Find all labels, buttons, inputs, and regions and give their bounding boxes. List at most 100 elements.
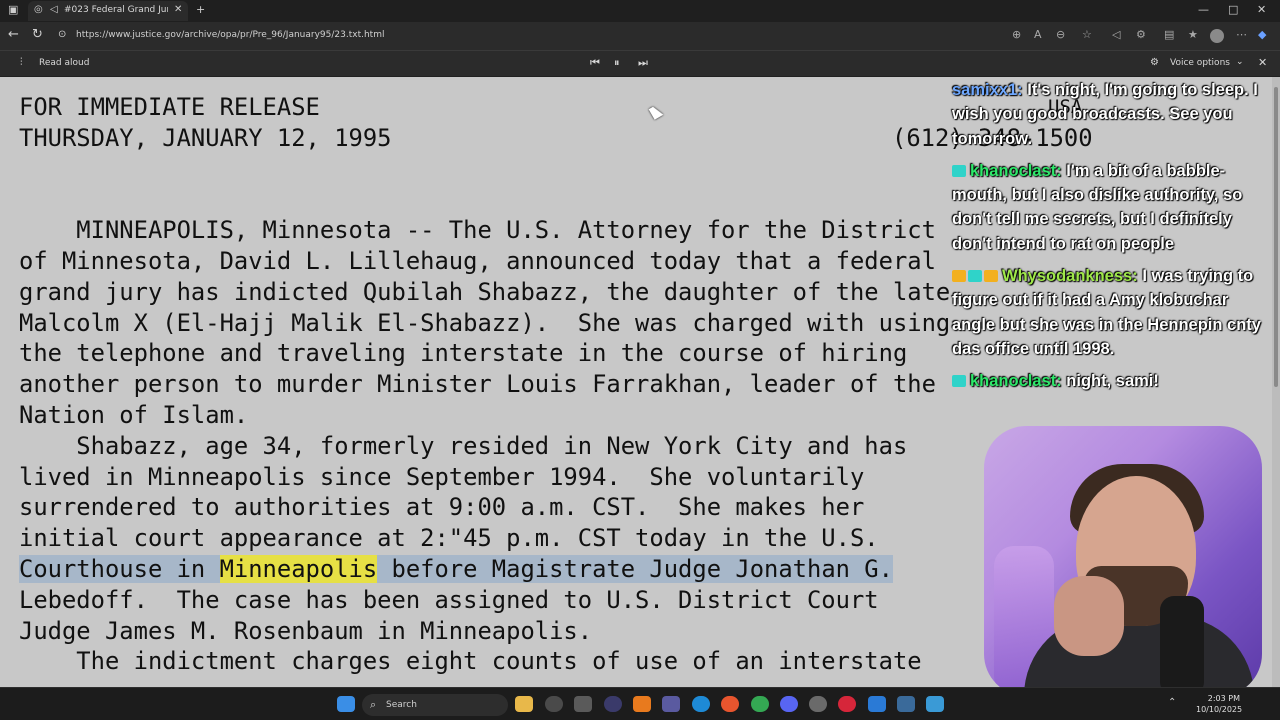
close-window-icon[interactable]: ✕ [1257, 3, 1266, 16]
app-icon[interactable] [545, 696, 563, 712]
doc-line: grand jury has indicted Qubilah Shabazz,… [19, 277, 951, 306]
app-icon[interactable] [838, 696, 856, 712]
chevron-down-icon[interactable]: ⌄ [1236, 57, 1244, 67]
firefox-icon[interactable] [721, 696, 739, 712]
chat-message: khanoclast: night, sami! [952, 369, 1272, 393]
vlc-icon[interactable] [633, 696, 651, 712]
highlighted-sentence: Courthouse in Minneapolis before Magistr… [19, 554, 893, 583]
discord-icon[interactable] [780, 696, 798, 712]
voice-options-button[interactable]: Voice options [1170, 58, 1230, 68]
app-icon[interactable] [662, 696, 680, 712]
zoom-icon[interactable]: ⊕ [1012, 28, 1021, 41]
back-icon[interactable]: ← [8, 28, 19, 42]
edge-icon[interactable] [692, 696, 710, 712]
title-bar: ▣ ◎ ◁ #023 Federal Grand Jury Indi ✕ + —… [0, 0, 1280, 22]
app-icon[interactable] [574, 696, 592, 712]
close-tab-icon[interactable]: ✕ [174, 4, 182, 15]
address-bar-row: ← ↻ ⊙ https://www.justice.gov/archive/op… [0, 22, 1280, 50]
site-info-icon[interactable]: ⊙ [58, 29, 66, 40]
hl-prefix: Courthouse in [19, 554, 220, 583]
app-icon[interactable] [604, 696, 622, 712]
address-field[interactable]: ⊙ https://www.justice.gov/archive/opa/pr… [52, 26, 1202, 46]
read-aloud-label: Read aloud [39, 58, 90, 68]
streamer-hand [1054, 576, 1124, 656]
windows-start-icon[interactable] [337, 696, 355, 712]
read-aloud-bar: ⫶ Read aloud ⏮ ⏸ ⏭ ⚙ Voice options ⌄ ✕ [0, 50, 1280, 76]
system-tray-icon[interactable]: ⌃ [1168, 697, 1176, 708]
search-icon: ⌕ [370, 698, 377, 711]
globe-icon: ◎ [34, 4, 43, 15]
press-release-text: FOR IMMEDIATE RELEASE THURSDAY, JANUARY … [19, 92, 950, 677]
stream-chat-overlay: samixx1: It's night, I'm going to sleep.… [952, 78, 1272, 402]
chat-message: Whysodankness: I was trying to figure ou… [952, 264, 1272, 361]
taskbar-search[interactable]: ⌕ Search [362, 694, 508, 716]
doc-line: THURSDAY, JANUARY 12, 1995 [19, 123, 392, 152]
webcam-overlay [984, 426, 1262, 696]
microphone [1160, 596, 1204, 696]
previous-icon[interactable]: ⏮ [590, 56, 600, 70]
chat-badges [952, 159, 968, 183]
voice-options-icon: ⚙ [1150, 57, 1159, 68]
taskbar: ⌕ Search ⌃ 2:03 PM 10/10/2025 [0, 687, 1280, 720]
badge-icon [952, 375, 966, 388]
new-tab-icon[interactable]: + [196, 3, 205, 16]
doc-line: Judge James M. Rosenbaum in Minneapolis. [19, 616, 593, 645]
chat-username[interactable]: samixx1 [952, 81, 1017, 99]
more-menu-icon[interactable]: ⋯ [1236, 28, 1247, 41]
doc-line: surrendered to authorities at 9:00 a.m. … [19, 493, 865, 522]
chat-separator: : [1056, 161, 1067, 180]
window-menu-icon[interactable]: ▣ [8, 3, 18, 16]
favorite-star-icon[interactable]: ☆ [1082, 28, 1092, 41]
badge-icon [952, 270, 966, 283]
pause-icon[interactable]: ⏸ [614, 56, 620, 70]
browser-tab[interactable]: ◎ ◁ #023 Federal Grand Jury Indi ✕ [28, 1, 188, 21]
chat-badges [952, 264, 1000, 288]
scrollbar-thumb[interactable] [1274, 87, 1278, 387]
copilot-icon[interactable]: ◆ [1258, 28, 1266, 41]
app-icon[interactable] [897, 696, 915, 712]
speaker-icon[interactable]: ◁ [50, 4, 58, 15]
search-label: Search [386, 700, 417, 710]
clock-time: 2:03 PM [1207, 694, 1240, 703]
close-read-aloud-icon[interactable]: ✕ [1258, 56, 1267, 69]
url-text[interactable]: https://www.justice.gov/archive/opa/pr/P… [76, 30, 384, 40]
badge-icon [984, 270, 998, 283]
doc-line: initial court appearance at 2:"45 p.m. C… [19, 524, 879, 553]
chat-username[interactable]: Whysodankness [1002, 267, 1132, 285]
maximize-icon[interactable]: □ [1228, 3, 1238, 16]
minimize-icon[interactable]: — [1198, 3, 1209, 16]
read-aloud-icon: ⫶ [20, 57, 23, 68]
doc-line: Malcolm X (El-Hajj Malik El-Shabazz). Sh… [19, 308, 951, 337]
doc-line: of Minnesota, David L. Lillehaug, announ… [19, 246, 936, 275]
read-mode-icon[interactable]: A [1034, 28, 1042, 41]
refresh-icon[interactable]: ↻ [32, 28, 43, 42]
doc-line: another person to murder Minister Louis … [19, 370, 936, 399]
doc-line: Shabazz, age 34, formerly resided in New… [19, 431, 908, 460]
chat-separator: : [1132, 267, 1143, 286]
doc-line: Lebedoff. The case has been assigned to … [19, 585, 879, 614]
doc-line: The indictment charges eight counts of u… [19, 647, 922, 676]
chrome-icon[interactable] [751, 696, 769, 712]
extensions-icon[interactable]: ⚙ [1136, 28, 1146, 41]
doc-line: FOR IMMEDIATE RELEASE [19, 93, 320, 121]
app-icon[interactable] [926, 696, 944, 712]
chat-separator: : [1017, 81, 1028, 99]
chat-text: night, sami! [1066, 372, 1159, 391]
chat-message: khanoclast: I'm a bit of a babble-mouth,… [952, 159, 1272, 256]
file-explorer-icon[interactable] [515, 696, 533, 712]
app-icon[interactable] [809, 696, 827, 712]
chat-username[interactable]: khanoclast [970, 372, 1056, 390]
doc-line: the telephone and traveling interstate i… [19, 339, 908, 368]
favorites-icon[interactable]: ★ [1188, 28, 1198, 41]
profile-avatar[interactable] [1210, 29, 1224, 43]
doc-line: lived in Minneapolis since September 199… [19, 462, 865, 491]
more-tools-icon[interactable]: ⊖ [1056, 28, 1065, 41]
volume-icon[interactable]: ◁ [1112, 28, 1120, 41]
badge-icon [952, 164, 966, 177]
split-screen-icon[interactable]: ▤ [1164, 28, 1174, 41]
taskbar-clock[interactable]: 2:03 PM 10/10/2025 [1196, 693, 1242, 715]
scrollbar[interactable] [1272, 77, 1280, 687]
vscode-icon[interactable] [868, 696, 886, 712]
next-icon[interactable]: ⏭ [638, 56, 648, 70]
chat-username[interactable]: khanoclast [970, 162, 1056, 180]
